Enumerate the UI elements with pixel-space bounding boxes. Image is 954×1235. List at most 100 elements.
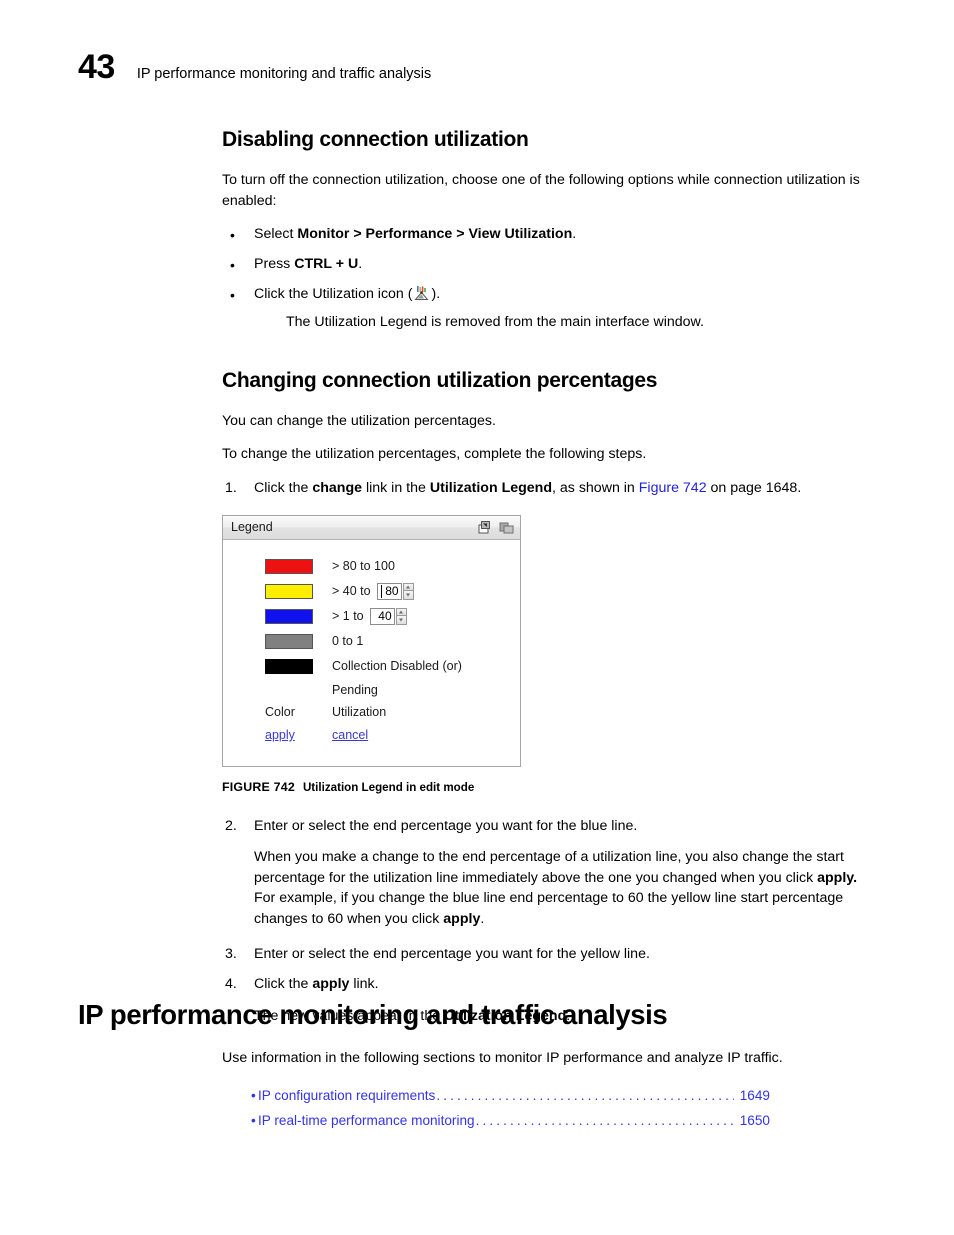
step-text-seg1: Click the — [254, 480, 313, 497]
legend-row-label-yellow: > 40 to 80 — [332, 582, 414, 600]
stepper-up-icon[interactable] — [402, 582, 414, 592]
figure-caption: FIGURE 742 Utilization Legend in edit mod… — [222, 780, 882, 794]
legend-row-label-red: > 80 to 100 — [332, 559, 395, 573]
legend-pending-text: Pending — [332, 682, 378, 697]
legend-row-label-gray: 0 to 1 — [332, 634, 363, 648]
section-heading-changing: Changing connection utilization percenta… — [222, 368, 658, 392]
step-number: 4. — [225, 976, 237, 993]
restore-window-icon[interactable] — [475, 520, 492, 535]
bullet-text-bold: Monitor > Performance > View Utilization — [297, 226, 573, 243]
step-para-bold-apply2: apply — [443, 911, 481, 927]
list-item[interactable]: • IP real-time performance monitoring ..… — [222, 1108, 882, 1134]
figure-742-block: Legend > 80 to 100 > 40 to 80 > 1 to 40 … — [222, 514, 882, 794]
list-item-step-2: 2. Enter or select the end percentage yo… — [222, 816, 882, 930]
legend-titlebar: Legend — [223, 515, 520, 540]
section1-bullet-list: • Select Monitor > Performance > View Ut… — [222, 224, 882, 332]
cascade-window-icon[interactable] — [498, 520, 515, 535]
step-para-bold-apply: apply. — [817, 869, 858, 886]
legend-range-text: > 80 to 100 — [332, 559, 395, 574]
step-para-seg2: For example, if you change the blue line… — [254, 890, 844, 927]
step-text: Enter or select the end percentage you w… — [254, 817, 638, 834]
chapter-toc-list: • IP configuration requirements ........… — [222, 1083, 882, 1135]
legend-header-utilization: Utilization — [332, 705, 387, 720]
legend-action-links: apply cancel — [223, 724, 520, 747]
legend-row-red: > 80 to 100 — [223, 554, 520, 579]
toc-entry-page[interactable]: 1649 — [740, 1083, 770, 1109]
stepper-down-icon[interactable] — [395, 616, 407, 625]
yellow-end-percentage-input[interactable]: 80 — [376, 582, 402, 600]
toc-entry-title[interactable]: IP real-time performance monitoring — [258, 1108, 475, 1134]
figure-label: FIGURE 742 — [222, 779, 295, 794]
bullet-text-prefix: Press — [254, 255, 295, 272]
step-para-seg1: When you make a change to the end percen… — [254, 849, 844, 886]
bullet-text-suffix: . — [358, 255, 363, 272]
blue-stepper-buttons[interactable] — [395, 607, 407, 625]
stepper-up-icon[interactable] — [395, 607, 407, 617]
section1-note-text: The Utilization Legend is removed from t… — [286, 314, 704, 331]
legend-window[interactable]: Legend > 80 to 100 > 40 to 80 > 1 to 40 … — [222, 514, 521, 767]
legend-row-gray: 0 to 1 — [223, 629, 520, 654]
bullet-text-prefix: Click the Utilization icon ( — [254, 285, 413, 302]
section2-step-list-part2: 2. Enter or select the end percentage yo… — [222, 816, 882, 1027]
color-swatch-blue — [265, 608, 313, 624]
yellow-stepper-buttons[interactable] — [402, 582, 414, 600]
blue-end-percentage-stepper[interactable]: 40 — [369, 607, 407, 625]
legend-row-label-blue: > 1 to 40 — [332, 607, 407, 625]
color-swatch-red — [265, 558, 313, 574]
section2-para-2: To change the utilization percentages, c… — [222, 446, 647, 463]
yellow-end-percentage-stepper[interactable]: 80 — [376, 582, 414, 600]
legend-row-label-black: Collection Disabled (or) — [332, 659, 462, 673]
list-item: • Select Monitor > Performance > View Ut… — [222, 224, 882, 245]
list-item: • Click the Utilization icon (). The Uti… — [222, 284, 882, 333]
step-number: 1. — [225, 480, 237, 497]
step-number: 2. — [225, 817, 237, 834]
section-heading-disabling: Disabling connection utilization — [222, 128, 529, 151]
running-header-title: IP performance monitoring and traffic an… — [136, 66, 432, 82]
step-text-seg2: link. — [349, 976, 379, 993]
toc-leader-dots: ........................................… — [475, 1113, 734, 1129]
chapter-number: 43 — [78, 48, 115, 86]
stepper-down-icon[interactable] — [402, 591, 414, 600]
step-number: 3. — [225, 945, 237, 962]
bullet-text-suffix: . — [572, 226, 577, 243]
step-2-explanation: When you make a change to the end percen… — [254, 847, 882, 929]
color-swatch-gray — [265, 633, 313, 649]
step-text-seg4: on page 1648. — [706, 480, 802, 497]
main-content-column: Disabling connection utilization To turn… — [222, 128, 882, 1036]
list-item[interactable]: • IP configuration requirements ........… — [222, 1083, 882, 1109]
bullet-text-suffix: ). — [431, 285, 441, 302]
section2-step-list-part1: 1. Click the change link in the Utilizat… — [222, 478, 882, 499]
legend-column-headers: Color Utilization — [223, 701, 520, 724]
section1-intro-text: To turn off the connection utilization, … — [222, 172, 860, 209]
cancel-link[interactable]: cancel — [332, 728, 368, 742]
list-item: • Press CTRL + U. — [222, 254, 882, 275]
chapter-intro-block: Use information in the following section… — [222, 1048, 882, 1134]
list-item-step-1: 1. Click the change link in the Utilizat… — [222, 478, 882, 499]
legend-titlebar-controls — [475, 520, 515, 535]
legend-body: > 80 to 100 > 40 to 80 > 1 to 40 0 to 1 … — [223, 540, 520, 766]
chapter-intro-text: Use information in the following section… — [222, 1050, 783, 1066]
blue-end-percentage-input[interactable]: 40 — [369, 607, 395, 625]
legend-header-color: Color — [265, 705, 295, 720]
step-para-seg3: . — [480, 911, 485, 927]
page-running-header: 43 IP performance monitoring and traffic… — [78, 50, 431, 84]
step-text-bold-legend: Utilization Legend — [429, 480, 553, 497]
bullet-dot-icon: • — [230, 227, 235, 244]
apply-link[interactable]: apply — [265, 728, 313, 742]
step-text-bold-apply: apply — [312, 976, 350, 993]
legend-range-text: > 40 to — [332, 584, 371, 599]
bullet-text-bold: CTRL + U — [294, 255, 359, 272]
list-item-step-3: 3. Enter or select the end percentage yo… — [222, 944, 882, 965]
figure-cross-reference-link[interactable]: Figure 742 — [639, 480, 707, 496]
legend-row-black: Collection Disabled (or) — [223, 654, 520, 679]
step-text-seg2: link in the — [362, 480, 430, 497]
toc-entry-title[interactable]: IP configuration requirements — [258, 1083, 435, 1109]
page-title: IP performance monitoring and traffic an… — [78, 999, 668, 1030]
legend-window-title: Legend — [231, 520, 273, 535]
toc-entry-page[interactable]: 1650 — [740, 1108, 770, 1134]
step-text-bold-change: change — [312, 480, 363, 497]
legend-range-text: Collection Disabled (or) — [332, 659, 462, 674]
figure-title: Utilization Legend in edit mode — [302, 780, 475, 794]
section2-para-1: You can change the utilization percentag… — [222, 412, 496, 429]
legend-row-yellow: > 40 to 80 — [223, 579, 520, 604]
